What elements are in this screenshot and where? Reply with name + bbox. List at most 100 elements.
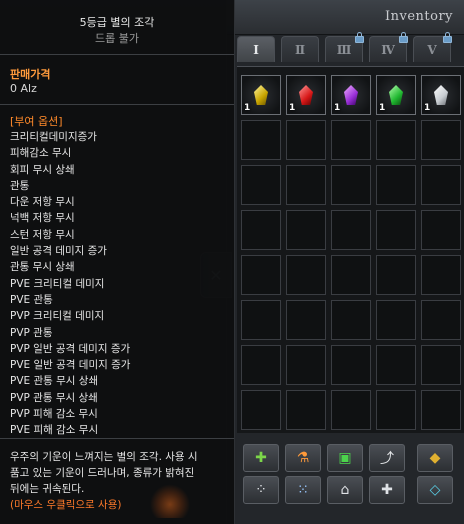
option-item: 일반 공격 데미지 증가 [10, 245, 107, 258]
option-item: PVP 피해 감소 무시 [10, 408, 98, 421]
settings-grid-button[interactable]: ⁙ [285, 476, 321, 504]
option-item: PVE 관통 [10, 293, 53, 306]
item-restriction: 드롭 불가 [95, 32, 139, 45]
inventory-slot[interactable] [286, 345, 326, 385]
item-quantity: 1 [334, 103, 341, 113]
option-item: PVE 일반 공격 데미지 증가 [10, 359, 131, 372]
inventory-slot[interactable] [421, 120, 461, 160]
tab-label: Ⅲ [336, 42, 352, 57]
move-icon: ✚ [381, 482, 393, 498]
inventory-slot[interactable] [421, 345, 461, 385]
option-item: 넉백 저항 무시 [10, 212, 75, 225]
tab-label: Ⅳ [381, 42, 395, 57]
red-star-fragment-icon [299, 85, 313, 105]
house-button[interactable]: ⌂ [327, 476, 363, 504]
divider [0, 438, 234, 439]
item-quantity: 1 [379, 103, 386, 113]
inventory-slot[interactable] [286, 300, 326, 340]
inventory-slot[interactable] [241, 300, 281, 340]
lock-icon: ▣ [338, 450, 352, 466]
grid-gear-icon: ⁙ [297, 482, 309, 498]
usage-hint: (마우스 우클릭으로 사용) [10, 499, 122, 511]
option-item: 다운 저항 무시 [10, 196, 75, 209]
inventory-slot[interactable] [421, 300, 461, 340]
inventory-slot[interactable] [331, 345, 371, 385]
description-line: 품고 있는 기운이 드러나며, 종류가 밝혀진 [10, 467, 195, 479]
inventory-slot[interactable] [241, 210, 281, 250]
tab-4[interactable]: Ⅳ [369, 32, 408, 62]
inventory-slot[interactable] [331, 210, 371, 250]
gold-button[interactable]: ◆ [417, 444, 453, 472]
tab-2[interactable]: Ⅱ [281, 36, 319, 62]
inventory-slot[interactable] [376, 390, 416, 430]
option-item: PVE 크리티컬 데미지 [10, 277, 105, 290]
inventory-title-bar[interactable]: Inventory [227, 0, 464, 35]
item-quantity: 1 [424, 103, 431, 113]
inventory-slot[interactable] [376, 300, 416, 340]
lock-button[interactable]: ▣ [327, 444, 363, 472]
inventory-title: Inventory [384, 9, 453, 24]
inventory-grid: 1 1 1 1 1 [241, 75, 461, 430]
inventory-slot[interactable] [286, 120, 326, 160]
inventory-slot[interactable] [331, 120, 371, 160]
option-item: PVE 관통 무시 상쇄 [10, 375, 99, 388]
inventory-slot[interactable] [376, 210, 416, 250]
arrow-button[interactable]: ⤴ [369, 444, 405, 472]
inventory-slot[interactable] [421, 255, 461, 295]
option-item: 피해감소 무시 [10, 147, 72, 160]
options-title: [부여 옵션] [10, 115, 63, 128]
inventory-slot[interactable]: 1 [376, 75, 416, 115]
gold-icon: ◆ [429, 450, 441, 466]
inventory-slot[interactable]: 1 [241, 75, 281, 115]
tab-3[interactable]: Ⅲ [325, 32, 364, 62]
house-icon: ⌂ [340, 482, 350, 498]
inventory-slot[interactable] [331, 300, 371, 340]
inventory-slot[interactable] [331, 165, 371, 205]
option-item: 관통 무시 상쇄 [10, 261, 75, 274]
inventory-slot[interactable] [286, 165, 326, 205]
tab-1[interactable]: Ⅰ [237, 36, 275, 62]
inventory-slot[interactable] [331, 255, 371, 295]
tab-label: Ⅰ [253, 42, 259, 57]
description-line: 뒤에는 귀속된다. [10, 483, 85, 495]
inventory-slot[interactable] [241, 345, 281, 385]
sword-plus-icon: ✚ [255, 450, 267, 466]
move-button[interactable]: ✚ [369, 476, 405, 504]
potion-button[interactable]: ⚗ [285, 444, 321, 472]
item-quantity: 1 [289, 103, 296, 113]
inventory-slot[interactable] [376, 120, 416, 160]
item-quantity: 1 [244, 103, 251, 113]
yellow-star-fragment-icon [254, 85, 268, 105]
inventory-slot[interactable] [241, 390, 281, 430]
inventory-slot[interactable] [331, 390, 371, 430]
inventory-slot[interactable] [286, 390, 326, 430]
option-item: 스턴 저항 무시 [10, 228, 75, 241]
inventory-slot[interactable]: 1 [286, 75, 326, 115]
inventory-toolbar: ✚ ⚗ ▣ ⤴ ◆ ⁘ ⁙ ⌂ ✚ ◇ [237, 440, 464, 524]
option-item: PVP 일반 공격 데미지 증가 [10, 342, 131, 355]
inventory-slot[interactable] [376, 345, 416, 385]
inventory-slot[interactable] [286, 210, 326, 250]
tab-5[interactable]: Ⅴ [413, 32, 452, 62]
inventory-slot[interactable] [241, 120, 281, 160]
inventory-grid-area: 1 1 1 1 1 [237, 66, 464, 433]
description-line: 우주의 기운이 느껴지는 별의 조각. 사용 시 [10, 451, 198, 463]
item-name: 5등급 별의 조각 [79, 16, 155, 29]
inventory-slot[interactable] [421, 210, 461, 250]
tab-label: Ⅴ [427, 42, 437, 57]
inventory-slot[interactable]: 1 [421, 75, 461, 115]
diamond-button[interactable]: ◇ [417, 476, 453, 504]
inventory-slot[interactable] [421, 165, 461, 205]
option-item: PVE 피해 감소 무시 [10, 424, 99, 437]
grid-button[interactable]: ⁘ [243, 476, 279, 504]
inventory-slot[interactable] [376, 165, 416, 205]
inventory-slot[interactable] [421, 390, 461, 430]
price-value: 0 Alz [10, 82, 37, 95]
inventory-slot[interactable] [286, 255, 326, 295]
inventory-slot[interactable] [241, 165, 281, 205]
add-sword-button[interactable]: ✚ [243, 444, 279, 472]
inventory-slot[interactable] [241, 255, 281, 295]
inventory-slot[interactable] [376, 255, 416, 295]
inventory-slot[interactable]: 1 [331, 75, 371, 115]
lock-icon [443, 32, 452, 43]
